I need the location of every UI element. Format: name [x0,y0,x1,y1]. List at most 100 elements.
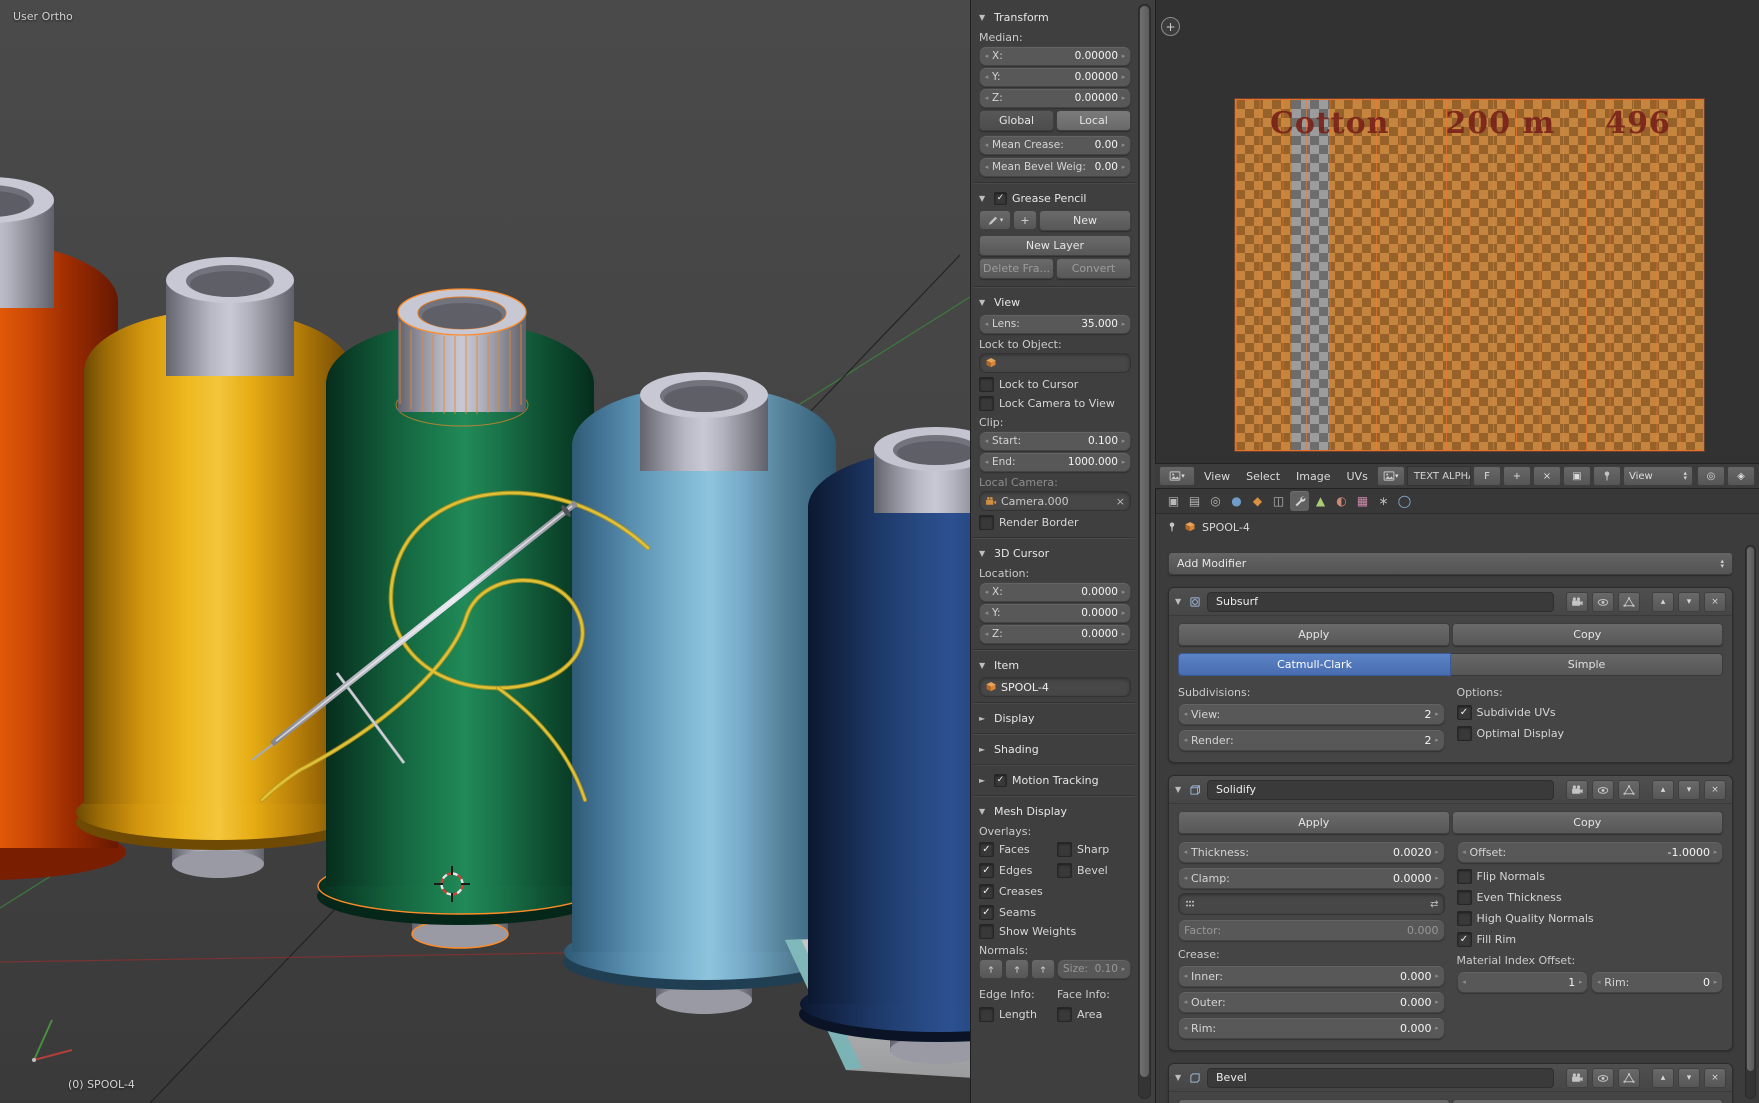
increment-arrow[interactable]: ▸ [1120,437,1127,445]
render-subdivisions-field[interactable]: ◂ Render: 2 ▸ [1178,729,1445,751]
tab-modifiers[interactable] [1290,491,1309,511]
lock-to-object-field[interactable] [979,353,1131,373]
decrement-arrow[interactable]: ◂ [983,609,990,617]
viewport-visibility-icon[interactable] [1592,591,1614,612]
fill-rim-checkbox[interactable]: ✓ [1456,932,1472,947]
mesh-display-panel-header[interactable]: ▼ Mesh Display [979,801,1131,821]
view-mode-dropdown[interactable]: View ▴ ▾ [1623,466,1693,486]
increment-arrow[interactable]: ▸ [1434,848,1441,856]
view-panel-header[interactable]: ▼ View [979,292,1131,312]
high-quality-normals-checkbox[interactable] [1456,911,1472,926]
collapse-icon[interactable]: ▼ [979,298,989,307]
grease-pencil-add-icon[interactable]: + [1013,210,1037,230]
shading-panel-header[interactable]: ► Shading [979,739,1131,759]
increment-arrow[interactable]: ▸ [1712,848,1719,856]
copy-button[interactable]: Copy [1451,623,1723,646]
viewport-visibility-icon[interactable] [1592,779,1614,800]
pack-image-button[interactable]: ▣ [1563,466,1591,486]
image-name-field[interactable]: TEXT ALPHA GREE... [1406,466,1471,486]
high-quality-normals-row[interactable]: High Quality Normals [1456,909,1724,928]
decrement-arrow[interactable]: ◂ [1182,972,1189,980]
increment-arrow[interactable]: ▸ [1120,630,1127,638]
spool-yellow[interactable] [76,257,360,878]
decrement-arrow[interactable]: ◂ [1182,710,1189,718]
modifier-name-field[interactable]: Subsurf [1207,591,1554,612]
scrollbar-thumb[interactable] [1747,547,1754,1072]
tab-render-layers[interactable]: ▤ [1185,491,1204,511]
convert-button[interactable]: Convert [1056,258,1131,279]
crease-outer-field[interactable]: ◂ Outer: 0.000 ▸ [1178,991,1445,1013]
increment-arrow[interactable]: ▸ [1712,978,1719,986]
clamp-field[interactable]: ◂ Clamp: 0.0000 ▸ [1178,867,1445,889]
editmode-visibility-icon[interactable] [1618,591,1640,612]
tab-object-data[interactable]: ▲ [1311,491,1330,511]
decrement-arrow[interactable]: ◂ [1182,1024,1189,1032]
collapse-icon[interactable]: ▼ [979,661,989,670]
invert-vertex-group-icon[interactable]: ⇄ [1430,899,1438,910]
apply-button[interactable]: Apply [1178,811,1450,834]
grease-pencil-new-button[interactable]: New [1039,210,1131,231]
copy-button[interactable]: Copy [1451,811,1723,834]
show-weights-checkbox[interactable] [979,924,994,939]
collapse-icon[interactable]: ▼ [1175,785,1185,794]
pin-icon[interactable] [1166,521,1178,533]
increment-arrow[interactable]: ▸ [1434,1024,1441,1032]
seams-checkbox[interactable]: ✓ [979,905,994,920]
view-subdivisions-field[interactable]: ◂ View: 2 ▸ [1178,703,1445,725]
modifier-name-field[interactable]: Bevel [1207,1067,1554,1088]
length-checkbox[interactable] [979,1007,994,1022]
increment-arrow[interactable]: ▸ [1577,978,1584,986]
item-panel-header[interactable]: ▼ Item [979,655,1131,675]
local-camera-field[interactable]: Camera.000 × [979,491,1131,511]
decrement-arrow[interactable]: ◂ [983,141,990,149]
collapse-icon[interactable]: ► [979,714,989,723]
seams-row[interactable]: ✓ Seams [979,903,1053,922]
snap-button[interactable]: ◈ [1727,466,1755,486]
menu-select[interactable]: Select [1239,466,1287,486]
collapse-icon[interactable]: ▼ [979,549,989,558]
move-up-button[interactable]: ▴ [1652,779,1674,800]
decrement-arrow[interactable]: ◂ [983,437,990,445]
collapse-icon[interactable]: ▼ [979,807,989,816]
transform-panel-header[interactable]: ▼ Transform [979,7,1131,27]
properties-scrollbar[interactable] [1745,545,1756,1099]
scrollbar-thumb[interactable] [1140,6,1149,1078]
show-weights-row[interactable]: Show Weights [979,922,1131,941]
solidify-header[interactable]: ▼ Solidify ▴ ▾ × [1169,776,1732,804]
pivot-button[interactable]: ◎ [1697,466,1725,486]
cursor-panel-header[interactable]: ▼ 3D Cursor [979,543,1131,563]
local-toggle[interactable]: Local [1056,110,1131,131]
decrement-arrow[interactable]: ◂ [983,73,990,81]
even-thickness-checkbox[interactable] [1456,890,1472,905]
creases-checkbox[interactable]: ✓ [979,884,994,899]
editmode-visibility-icon[interactable] [1618,1067,1640,1088]
apply-button[interactable]: Apply [1178,623,1450,646]
delete-modifier-button[interactable]: × [1704,779,1726,800]
tab-render[interactable]: ▣ [1164,491,1183,511]
catmull-clark-toggle[interactable]: Catmull-Clark [1178,653,1451,676]
new-layer-button[interactable]: New Layer [979,235,1131,256]
render-visibility-icon[interactable] [1566,591,1588,612]
clip-end-field[interactable]: ◂ End: 1000.000 ▸ [979,452,1131,472]
flip-normals-row[interactable]: Flip Normals [1456,867,1724,886]
median-z-field[interactable]: ◂ Z: 0.00000 ▸ [979,88,1131,108]
motion-tracking-checkbox[interactable]: ✓ [994,773,1007,787]
increment-arrow[interactable]: ▸ [1434,710,1441,718]
bevel-checkbox[interactable] [1057,863,1072,878]
new-image-button[interactable]: + [1503,466,1531,486]
clip-start-field[interactable]: ◂ Start: 0.100 ▸ [979,431,1131,451]
normals-size-field[interactable]: Size: 0.10 ▸ [1057,959,1131,979]
cursor-z-field[interactable]: ◂ Z: 0.0000 ▸ [979,624,1131,644]
material-offset-field[interactable]: ◂ 1 ▸ [1456,971,1589,993]
subdivide-uvs-row[interactable]: ✓ Subdivide UVs [1456,703,1724,722]
tab-scene[interactable]: ◎ [1206,491,1225,511]
subdivide-uvs-checkbox[interactable]: ✓ [1456,705,1472,720]
collapse-icon[interactable]: ► [979,745,989,754]
crease-inner-field[interactable]: ◂ Inner: 0.000 ▸ [1178,965,1445,987]
simple-toggle[interactable]: Simple [1451,653,1723,676]
collapse-icon[interactable]: ▼ [1175,597,1185,606]
decrement-arrow[interactable]: ◂ [983,588,990,596]
sidebar-scrollbar[interactable] [1138,4,1151,1099]
move-up-button[interactable]: ▴ [1652,1067,1674,1088]
increment-arrow[interactable]: ▸ [1120,965,1127,973]
